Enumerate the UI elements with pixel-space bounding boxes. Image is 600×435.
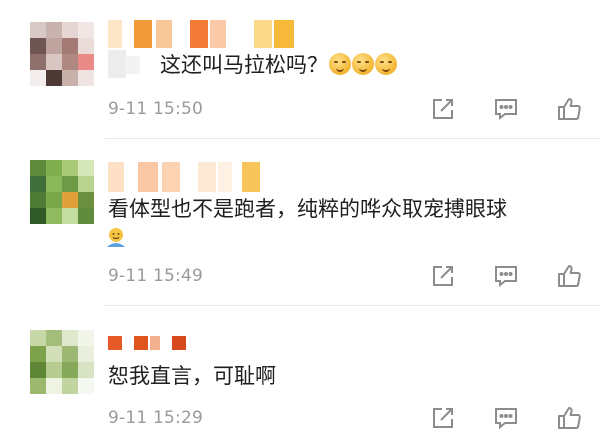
share-icon: [433, 408, 453, 428]
comment-timestamp: 9-11 15:50: [108, 99, 203, 119]
like-icon: [558, 407, 581, 429]
username-blurred[interactable]: [108, 336, 186, 350]
comment-text: 看体型也不是跑者，纯粹的哗众取宠搏眼球: [108, 197, 507, 221]
like-button[interactable]: [554, 403, 584, 433]
comment-text: 这还叫马拉松吗？: [160, 50, 397, 80]
comment-timestamp: 9-11 15:49: [108, 266, 203, 286]
username-blurred[interactable]: [108, 20, 294, 48]
emoji-icon: [329, 53, 351, 75]
share-button[interactable]: [428, 261, 458, 291]
avatar[interactable]: [30, 330, 94, 394]
like-button[interactable]: [554, 94, 584, 124]
avatar[interactable]: [30, 160, 94, 224]
comment-icon: [495, 266, 517, 288]
comment-item: 恕我直言，可耻啊 9-11 15:29: [0, 305, 600, 435]
username-blurred[interactable]: [108, 162, 260, 192]
like-button[interactable]: [554, 261, 584, 291]
share-button[interactable]: [428, 403, 458, 433]
emoji-icon: [375, 53, 397, 75]
comment-item: 看体型也不是跑者，纯粹的哗众取宠搏眼球 9-11 15:49: [0, 138, 600, 305]
comment-icon: [495, 99, 517, 121]
comment-text: 恕我直言，可耻啊: [108, 364, 276, 388]
comment-icon: [495, 408, 517, 430]
share-icon: [433, 266, 453, 286]
comment-button[interactable]: [491, 403, 521, 433]
comment-button[interactable]: [491, 261, 521, 291]
share-button[interactable]: [428, 94, 458, 124]
share-icon: [433, 99, 453, 119]
like-icon: [558, 98, 581, 120]
emoji-icon: [104, 226, 128, 250]
avatar[interactable]: [30, 22, 94, 86]
comment-button[interactable]: [491, 94, 521, 124]
emoji-icon: [352, 53, 374, 75]
like-icon: [558, 265, 581, 287]
comment-timestamp: 9-11 15:29: [108, 408, 203, 428]
comment-item: 这还叫马拉松吗？ 9-11 15:50: [0, 0, 600, 138]
